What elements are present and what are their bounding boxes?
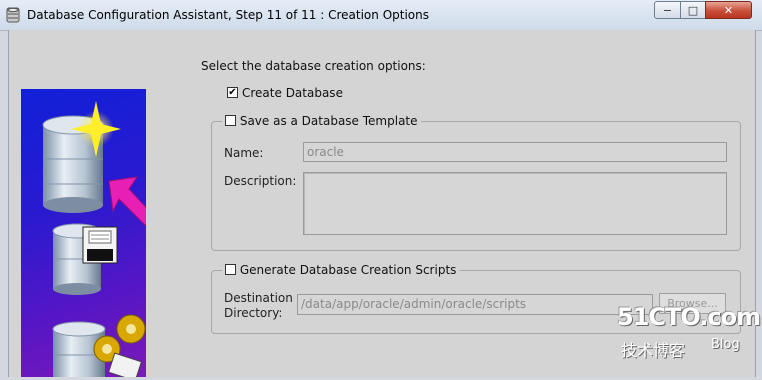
destination-directory-field[interactable]: /data/app/oracle/admin/oracle/scripts xyxy=(297,294,653,315)
close-button[interactable]: ✕ xyxy=(705,1,752,19)
save-template-checkbox[interactable] xyxy=(225,115,236,126)
save-template-label: Save as a Database Template xyxy=(239,114,418,128)
watermark-tagline: 技术博客 xyxy=(621,341,686,360)
watermark-blog: Blog xyxy=(711,337,740,352)
window-title: Database Configuration Assistant, Step 1… xyxy=(27,8,429,22)
generate-scripts-label: Generate Database Creation Scripts xyxy=(239,263,457,277)
scripts-group-legend: Generate Database Creation Scripts xyxy=(222,263,460,277)
pointer-arrow-icon xyxy=(108,176,156,226)
database-app-icon xyxy=(6,7,20,23)
destination-label-line1: Destination xyxy=(224,291,293,305)
template-name-field[interactable]: oracle xyxy=(303,142,727,162)
minimize-button[interactable]: − xyxy=(654,1,681,19)
generate-scripts-checkbox[interactable] xyxy=(225,264,236,275)
template-description-label: Description: xyxy=(224,174,297,188)
template-description-field[interactable] xyxy=(303,172,727,235)
side-illustration xyxy=(21,89,156,380)
title-bar: Database Configuration Assistant, Step 1… xyxy=(0,0,762,31)
instructions-text: Select the database creation options: xyxy=(201,59,426,73)
site-watermark: 51CTO.com 技术博客 Blog xyxy=(617,303,761,363)
floppy-disk-icon xyxy=(82,226,118,264)
watermark-site: 51CTO.com xyxy=(617,303,761,331)
close-icon: ✕ xyxy=(723,3,734,17)
database-stack-illustration xyxy=(42,101,156,380)
destination-label-line2: Directory: xyxy=(224,306,283,320)
template-name-label: Name: xyxy=(224,146,264,160)
minimize-icon: − xyxy=(662,3,673,17)
create-database-label: Create Database xyxy=(242,86,343,100)
create-database-checkbox[interactable]: ✔ xyxy=(227,87,238,98)
checkmark-icon: ✔ xyxy=(228,87,237,98)
maximize-button[interactable]: □ xyxy=(680,1,706,19)
template-group-legend: Save as a Database Template xyxy=(222,114,421,128)
maximize-icon: □ xyxy=(687,3,699,17)
